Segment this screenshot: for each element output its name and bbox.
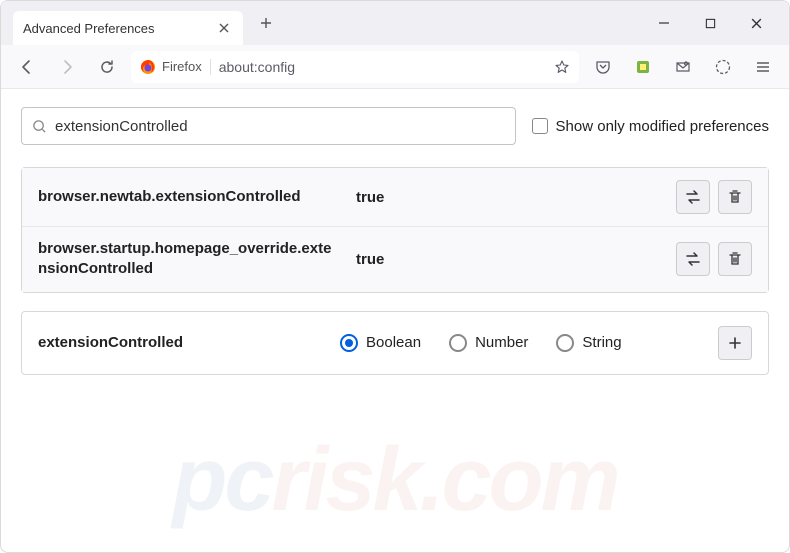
pref-row: browser.newtab.extensionControlled true: [22, 168, 768, 226]
extension-icon[interactable]: [627, 51, 659, 83]
add-pref-button[interactable]: [718, 326, 752, 360]
window-minimize-button[interactable]: [655, 14, 673, 32]
identity-box[interactable]: Firefox: [140, 59, 211, 75]
delete-button[interactable]: [718, 180, 752, 214]
content-area: Show only modified preferences browser.n…: [1, 89, 789, 552]
firefox-icon: [140, 59, 156, 75]
watermark: pcrisk.com: [172, 429, 617, 532]
pref-search-input[interactable]: [55, 118, 505, 135]
close-tab-icon[interactable]: [215, 19, 233, 37]
reload-button[interactable]: [91, 51, 123, 83]
pref-row: browser.startup.homepage_override.extens…: [22, 226, 768, 292]
pref-search-box[interactable]: [21, 107, 516, 145]
address-bar[interactable]: Firefox about:config: [131, 51, 579, 83]
show-modified-checkbox[interactable]: [532, 118, 548, 134]
account-icon[interactable]: [707, 51, 739, 83]
new-tab-button[interactable]: [251, 8, 281, 38]
pref-results-table: browser.newtab.extensionControlled true …: [21, 167, 769, 293]
type-radio-string[interactable]: String: [556, 334, 621, 352]
pref-name: browser.newtab.extensionControlled: [38, 187, 338, 207]
pref-value: true: [338, 251, 676, 268]
search-icon: [32, 119, 47, 134]
url-text: about:config: [219, 59, 295, 75]
forward-button[interactable]: [51, 51, 83, 83]
hamburger-menu-icon[interactable]: [747, 51, 779, 83]
create-pref-row: extensionControlled Boolean Number Strin…: [21, 311, 769, 375]
back-button[interactable]: [11, 51, 43, 83]
radio-icon: [449, 334, 467, 352]
pref-name: browser.startup.homepage_override.extens…: [38, 239, 338, 280]
create-pref-name: extensionControlled: [38, 334, 338, 351]
type-radio-boolean[interactable]: Boolean: [340, 334, 421, 352]
radio-icon: [340, 334, 358, 352]
identity-label: Firefox: [162, 59, 202, 74]
pref-value: true: [338, 189, 676, 206]
show-modified-label: Show only modified preferences: [556, 118, 769, 135]
browser-tab[interactable]: Advanced Preferences: [13, 11, 243, 45]
show-modified-checkbox-wrap[interactable]: Show only modified preferences: [532, 118, 769, 135]
window-close-button[interactable]: [747, 14, 765, 32]
type-radio-number[interactable]: Number: [449, 334, 528, 352]
delete-button[interactable]: [718, 242, 752, 276]
nav-toolbar: Firefox about:config: [1, 45, 789, 89]
pocket-icon[interactable]: [587, 51, 619, 83]
inbox-icon[interactable]: [667, 51, 699, 83]
bookmark-star-icon[interactable]: [554, 59, 570, 75]
radio-icon: [556, 334, 574, 352]
toggle-button[interactable]: [676, 180, 710, 214]
tab-title: Advanced Preferences: [23, 21, 215, 36]
titlebar: Advanced Preferences: [1, 1, 789, 45]
toggle-button[interactable]: [676, 242, 710, 276]
window-maximize-button[interactable]: [701, 14, 719, 32]
